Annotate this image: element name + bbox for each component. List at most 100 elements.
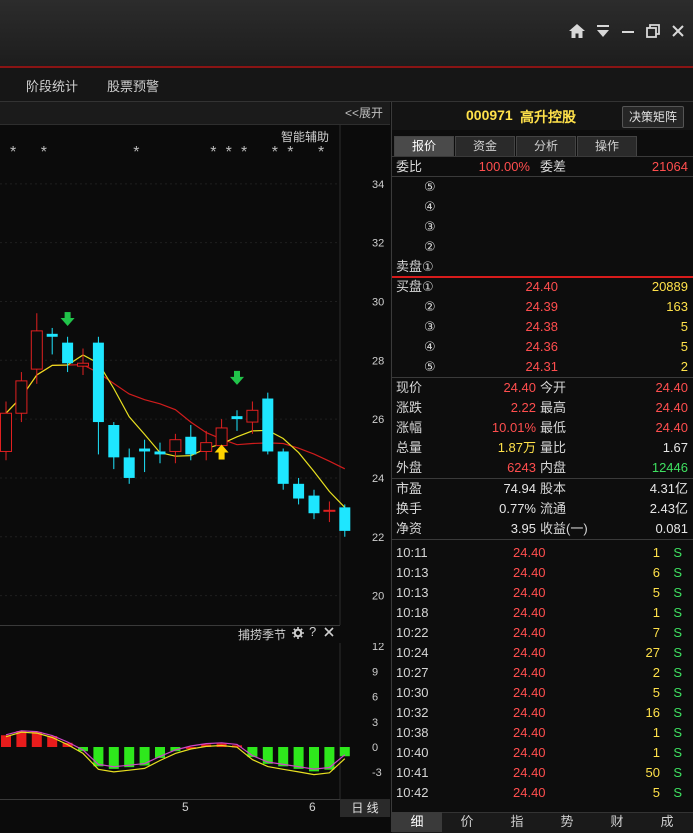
order-ratio-label: 委比 xyxy=(396,159,423,174)
signal-star: * xyxy=(133,144,139,161)
candle[interactable] xyxy=(277,448,289,490)
trade-tick-row: 10:13 24.40 6 S xyxy=(392,563,692,583)
menu-item-stock-alert[interactable]: 股票预警 xyxy=(107,76,159,95)
candle[interactable] xyxy=(200,430,213,461)
indicator-bar xyxy=(262,747,273,764)
tick-side: S xyxy=(673,545,682,560)
candle[interactable] xyxy=(169,433,182,464)
candle[interactable] xyxy=(46,327,58,355)
bottom-tab[interactable]: 财 xyxy=(592,812,642,832)
signal-star: * xyxy=(241,144,247,161)
stat-row: 现价 24.40 今开 24.40 xyxy=(392,378,692,398)
candle[interactable] xyxy=(308,489,320,520)
fundamental-label: 换手 xyxy=(396,501,423,516)
stat-value: 12446 xyxy=(651,460,688,475)
help-icon[interactable]: ? xyxy=(309,624,316,639)
candle[interactable] xyxy=(185,425,197,461)
chevron-down-icon[interactable] xyxy=(592,22,614,44)
tab-operation[interactable]: 操作 xyxy=(577,136,637,156)
gear-icon[interactable] xyxy=(292,626,304,644)
tick-time: 10:13 xyxy=(396,565,429,580)
tick-volume: 1 xyxy=(652,605,660,620)
decision-matrix-button[interactable]: 决策矩阵 xyxy=(622,106,684,128)
expand-button[interactable]: <<展开 xyxy=(345,104,383,121)
indicator-tick-label: 3 xyxy=(372,717,378,729)
indicator-chart[interactable]: 12 9 6 3 0 -3 xyxy=(0,643,390,799)
indicator-bar xyxy=(139,747,150,766)
candle[interactable] xyxy=(108,422,120,470)
price-chart[interactable]: * * * * * * * * * 34 32 30 28 26 24 22 20 xyxy=(0,125,390,625)
trade-tick-row: 10:22 24.40 7 S xyxy=(392,623,692,643)
candle[interactable] xyxy=(139,439,151,473)
candle[interactable] xyxy=(154,442,166,464)
sell-level-3: ③ xyxy=(392,217,692,237)
candle[interactable] xyxy=(0,401,12,461)
price-tick-label: 32 xyxy=(372,238,384,250)
bottom-tab[interactable]: 指 xyxy=(492,812,542,832)
tick-price: 24.40 xyxy=(513,565,546,580)
bottom-tab[interactable]: 成 xyxy=(642,812,692,832)
chart-toolbar xyxy=(0,102,390,125)
bottom-tab[interactable]: 势 xyxy=(542,812,592,832)
order-diff-value: 21064 xyxy=(651,159,688,174)
stat-value: 10.01% xyxy=(491,420,536,435)
title-bar xyxy=(0,0,693,68)
bid-level-1: 买盘① 24.40 20889 xyxy=(392,277,692,297)
period-selector[interactable]: 日 线 xyxy=(340,799,390,817)
stat-label: 涨幅 xyxy=(396,420,423,435)
trade-tick-row: 10:27 24.40 2 S xyxy=(392,663,692,683)
stat-row: 涨跌 2.22 最高 24.40 xyxy=(392,398,692,418)
tab-analysis[interactable]: 分析 xyxy=(516,136,576,156)
time-label: 5 xyxy=(182,800,189,814)
bid-volume: 2 xyxy=(680,359,688,374)
fundamental-value: 0.081 xyxy=(655,521,688,536)
fundamental-label: 股本 xyxy=(540,481,567,496)
stat-label: 外盘 xyxy=(396,460,423,475)
order-ratio-row: 委比 100.00% 委差 21064 xyxy=(392,157,692,177)
candle[interactable] xyxy=(339,504,351,537)
candle[interactable] xyxy=(123,448,135,484)
indicator-tick-label: 9 xyxy=(372,666,378,678)
candle[interactable] xyxy=(15,372,28,423)
tick-volume: 2 xyxy=(652,665,660,680)
fundamental-value: 3.95 xyxy=(510,521,536,536)
candle[interactable] xyxy=(77,348,89,375)
tab-quote[interactable]: 报价 xyxy=(394,136,454,156)
bottom-tab[interactable]: 价 xyxy=(442,812,492,832)
trade-tick-row: 10:24 24.40 27 S xyxy=(392,643,692,663)
fundamental-value: 0.77% xyxy=(499,501,536,516)
restore-icon[interactable] xyxy=(642,22,664,44)
tick-price: 24.40 xyxy=(513,665,546,680)
candle[interactable] xyxy=(323,501,336,523)
tab-funds[interactable]: 资金 xyxy=(455,136,515,156)
minimize-icon[interactable] xyxy=(617,22,639,44)
signal-star: * xyxy=(226,144,232,161)
signal-star: * xyxy=(10,144,16,161)
menu-item-stage-stats[interactable]: 阶段统计 xyxy=(26,76,78,95)
candle[interactable] xyxy=(62,336,74,373)
indicator-tick-label: 0 xyxy=(372,742,378,754)
candle[interactable] xyxy=(92,336,104,455)
price-tick-label: 20 xyxy=(372,591,384,603)
time-label: 6 xyxy=(309,800,316,814)
tick-time: 10:32 xyxy=(396,705,429,720)
close-indicator-icon[interactable] xyxy=(323,625,335,643)
bottom-tab[interactable]: 细 xyxy=(392,812,442,832)
fundamental-label: 市盈 xyxy=(396,481,423,496)
signal-star: * xyxy=(210,144,216,161)
stat-value: 6243 xyxy=(507,460,536,475)
tick-price: 24.40 xyxy=(513,765,546,780)
home-icon[interactable] xyxy=(566,22,588,44)
candle[interactable] xyxy=(262,392,274,455)
candle[interactable] xyxy=(246,401,259,434)
bid-price: 24.40 xyxy=(525,279,558,294)
candle[interactable] xyxy=(231,410,243,431)
indicator-title: 捕捞季节 xyxy=(238,628,287,642)
close-icon[interactable] xyxy=(667,22,689,44)
stat-label: 总量 xyxy=(396,440,423,455)
tick-time: 10:42 xyxy=(396,785,429,800)
candle[interactable] xyxy=(293,477,305,505)
tick-side: S xyxy=(673,745,682,760)
tick-volume: 5 xyxy=(652,685,660,700)
order-diff-label: 委差 xyxy=(540,159,567,174)
